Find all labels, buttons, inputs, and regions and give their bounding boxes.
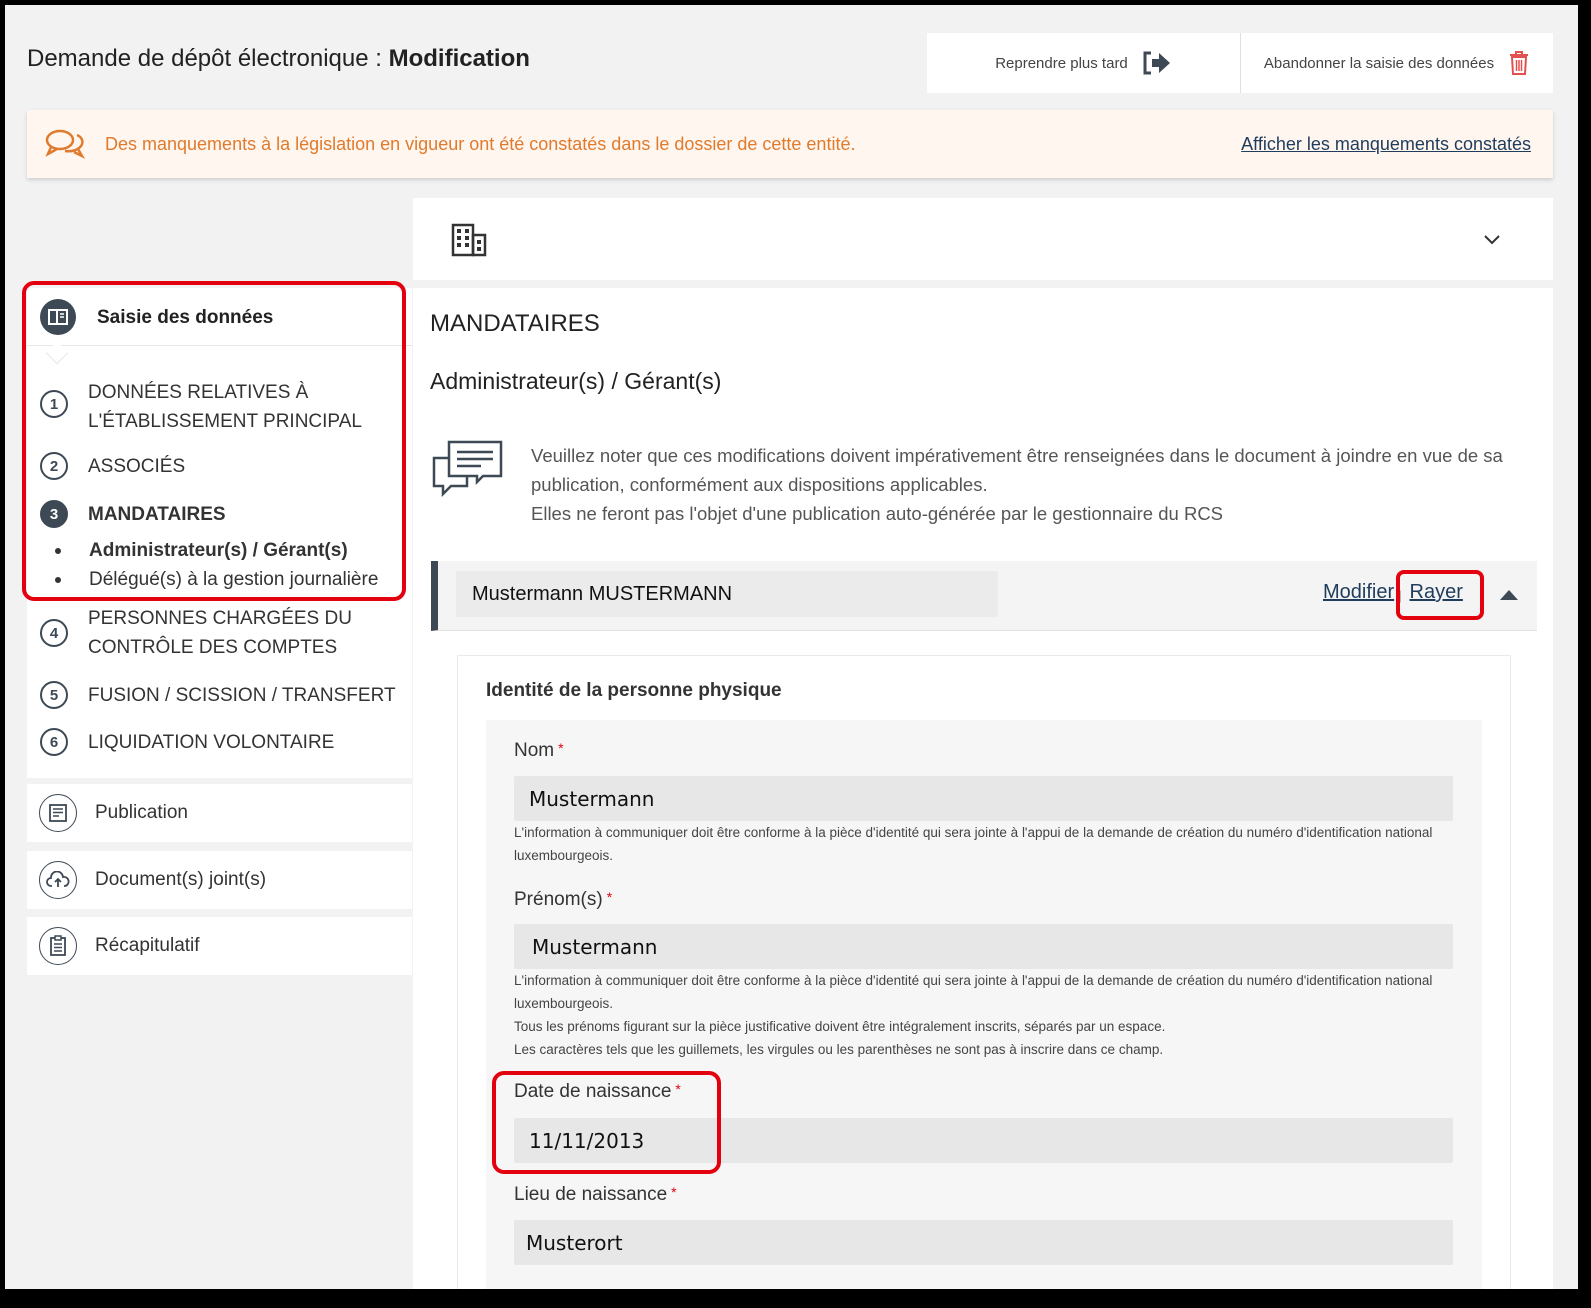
person-header: Mustermann MUSTERMANN Modifier | Rayer	[431, 561, 1537, 631]
date-naissance-input[interactable]	[514, 1118, 1453, 1163]
abandon-label: Abandonner la saisie des données	[1263, 54, 1495, 72]
identity-card: Identité de la personne physique Nom* L'…	[457, 655, 1511, 1289]
step-label: ASSOCIÉS	[88, 456, 186, 477]
card-label: Document(s) joint(s)	[95, 869, 267, 890]
main-panel: MANDATAIRES Administrateur(s) / Gérant(s…	[413, 288, 1553, 1289]
step-controle-comptes[interactable]: 4 PERSONNES CHARGÉES DU CONTRÔLE DES COM…	[40, 604, 378, 662]
step-mandataires[interactable]: 3 MANDATAIRES	[40, 500, 226, 529]
lieu-naissance-label-text: Lieu de naissance	[514, 1184, 668, 1205]
step-label: MANDATAIRES	[88, 504, 226, 525]
date-naissance-label-text: Date de naissance	[514, 1081, 672, 1102]
abandon-button[interactable]: Abandonner la saisie des données	[1241, 33, 1553, 93]
person-name: Mustermann MUSTERMANN	[456, 571, 998, 617]
notice-line: Veuillez noter que ces modifications doi…	[531, 445, 1503, 495]
resume-later-label: Reprendre plus tard	[995, 54, 1128, 72]
step-label: DONNÉES RELATIVES À L'ÉTABLISSEMENT PRIN…	[88, 382, 362, 432]
prenom-helper: L'information à communiquer doit être co…	[514, 969, 1454, 1061]
sidebar-card-publication[interactable]: Publication	[27, 784, 412, 842]
substep-label: Délégué(s) à la gestion journalière	[89, 569, 379, 590]
nom-label-text: Nom	[514, 740, 555, 761]
step-label: FUSION / SCISSION / TRANSFERT	[88, 685, 396, 706]
publication-badge	[39, 794, 77, 832]
strike-link[interactable]: Rayer	[1410, 581, 1463, 604]
required-mark: *	[606, 889, 613, 905]
card-label: Récapitulatif	[95, 935, 200, 956]
page-title-prefix: Demande de dépôt électronique :	[27, 45, 382, 72]
bullet	[55, 576, 61, 583]
sidebar-card-documents[interactable]: Document(s) joint(s)	[27, 851, 412, 909]
resume-later-button[interactable]: Reprendre plus tard	[927, 33, 1241, 93]
step-fusion[interactable]: 5 FUSION / SCISSION / TRANSFERT	[40, 681, 396, 710]
subsection-title: Administrateur(s) / Gérant(s)	[430, 368, 722, 394]
card-label: Publication	[95, 802, 188, 823]
page-title-strong: Modification	[388, 45, 530, 72]
step-liquidation[interactable]: 6 LIQUIDATION VOLONTAIRE	[40, 728, 334, 757]
chevron-down-icon[interactable]	[1483, 233, 1501, 245]
sidebar-header-label: Saisie des données	[97, 307, 274, 328]
substep-administrateurs[interactable]: Administrateur(s) / Gérant(s)	[55, 540, 348, 562]
date-naissance-label: Date de naissance *	[514, 1081, 681, 1103]
data-entry-badge	[40, 299, 76, 335]
nom-label: Nom *	[514, 740, 564, 762]
clipboard-icon	[50, 935, 66, 956]
step-number: 5	[40, 681, 68, 709]
publication-icon	[49, 804, 67, 822]
layout-icon	[48, 309, 68, 325]
sidebar-card-recapitulatif[interactable]: Récapitulatif	[27, 917, 412, 975]
sidebar-steps: Saisie des données 1 DONNÉES RELATIVES À…	[27, 288, 412, 778]
trash-icon	[1510, 51, 1529, 75]
exit-icon	[1143, 51, 1170, 75]
header-actions: Reprendre plus tard Abandonner la saisie…	[927, 33, 1553, 93]
bullet	[55, 547, 61, 554]
step-number: 4	[40, 619, 68, 647]
chat-bubbles-icon	[45, 129, 85, 159]
lieu-naissance-label: Lieu de naissance *	[514, 1184, 677, 1206]
caret-up-icon[interactable]	[1500, 590, 1518, 600]
step-associes[interactable]: 2 ASSOCIÉS	[40, 452, 185, 481]
recap-badge	[39, 927, 77, 965]
step-label: PERSONNES CHARGÉES DU CONTRÔLE DES COMPT…	[88, 608, 352, 658]
building-icon	[451, 223, 487, 257]
notice-line: Elles ne feront pas l'objet d'une public…	[531, 503, 1224, 524]
section-title: MANDATAIRES	[430, 310, 600, 337]
show-violations-link[interactable]: Afficher les manquements constatés	[1241, 134, 1531, 155]
prenom-label: Prénom(s) *	[514, 889, 612, 911]
step-number: 1	[40, 390, 68, 418]
modify-link[interactable]: Modifier	[1323, 581, 1394, 604]
substep-label: Administrateur(s) / Gérant(s)	[89, 540, 348, 561]
page-title: Demande de dépôt électronique : Modifica…	[27, 45, 530, 73]
identity-title: Identité de la personne physique	[486, 680, 782, 701]
lieu-naissance-input[interactable]	[514, 1220, 1453, 1265]
substep-delegues[interactable]: Délégué(s) à la gestion journalière	[55, 569, 378, 591]
person-actions: Modifier | Rayer	[1323, 581, 1463, 604]
header-pointer	[45, 341, 69, 365]
step-etablissement-principal[interactable]: 1 DONNÉES RELATIVES À L'ÉTABLISSEMENT PR…	[40, 378, 373, 436]
step-number: 3	[40, 500, 68, 528]
app-window: Demande de dépôt électronique : Modifica…	[5, 5, 1578, 1289]
alert-text: Des manquements à la législation en vigu…	[105, 133, 856, 154]
required-mark: *	[558, 740, 564, 756]
nom-input[interactable]	[514, 776, 1453, 821]
identity-form: Nom* L'information à communiquer doit êt…	[486, 720, 1482, 1289]
prenom-input[interactable]	[514, 924, 1453, 969]
entity-selector[interactable]	[413, 198, 1553, 280]
required-mark: *	[675, 1081, 681, 1097]
message-icon	[432, 440, 503, 498]
prenom-helper-line: Tous les prénoms figurant sur la pièce j…	[514, 1019, 1166, 1034]
step-number: 6	[40, 728, 68, 756]
sidebar-header[interactable]: Saisie des données	[27, 288, 412, 365]
compliance-alert: Des manquements à la législation en vigu…	[27, 110, 1553, 178]
notice-text: Veuillez noter que ces modifications doi…	[531, 441, 1541, 528]
prenom-label-text: Prénom(s)	[514, 889, 603, 910]
prenom-helper-line: L'information à communiquer doit être co…	[514, 973, 1433, 1011]
nom-helper: L'information à communiquer doit être co…	[514, 825, 1433, 863]
step-label: LIQUIDATION VOLONTAIRE	[88, 732, 335, 753]
cloud-upload-icon	[46, 871, 70, 887]
prenom-helper-line: Les caractères tels que les guillemets, …	[514, 1042, 1164, 1057]
actions-separator: |	[1398, 588, 1402, 603]
step-number: 2	[40, 452, 68, 480]
required-mark: *	[671, 1184, 677, 1200]
documents-badge	[39, 861, 77, 899]
